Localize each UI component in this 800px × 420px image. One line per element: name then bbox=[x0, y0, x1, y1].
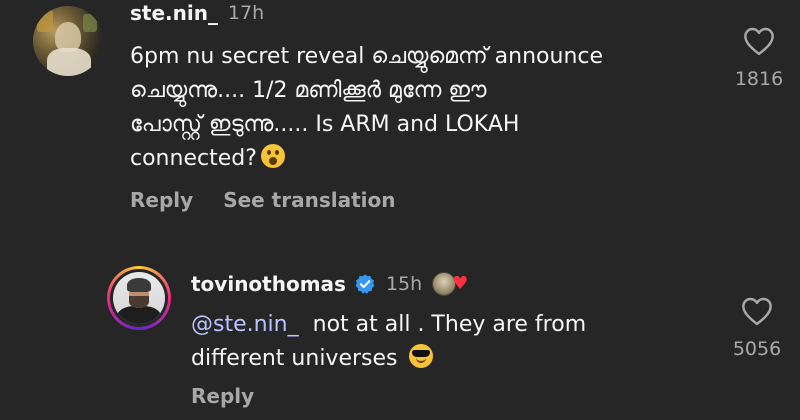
astonished-emoji-icon bbox=[260, 144, 285, 168]
see-translation-button[interactable]: See translation bbox=[223, 188, 395, 212]
reply-button[interactable]: Reply bbox=[191, 384, 254, 408]
comment-actions: Reply See translation bbox=[130, 188, 396, 212]
avatar[interactable] bbox=[107, 266, 171, 330]
reply-button[interactable]: Reply bbox=[130, 188, 193, 212]
creator-liked-badge: ♥ bbox=[432, 272, 468, 296]
verified-badge-icon bbox=[354, 273, 376, 295]
username[interactable]: tovinothomas bbox=[191, 272, 346, 296]
comment-header: tovinothomas 15h ♥ bbox=[191, 270, 468, 298]
comment-actions: Reply bbox=[191, 384, 254, 408]
comment-line-text: not at all . They are from bbox=[312, 312, 587, 337]
heart-outline-icon[interactable] bbox=[742, 26, 776, 56]
sunglasses-emoji-icon bbox=[408, 344, 433, 368]
reply-comment-tovinothomas: tovinothomas 15h ♥ @ste.nin_ not at all … bbox=[0, 258, 800, 420]
comment-text: @ste.nin_ not at all . They are from dif… bbox=[191, 308, 691, 376]
heart-filled-icon: ♥ bbox=[452, 273, 469, 294]
comment-line: പോസ്റ്റ് ഇടുന്നു..... Is ARM and LOKAH bbox=[130, 112, 520, 137]
username[interactable]: ste.nin_ bbox=[130, 1, 218, 25]
comment-line: @ste.nin_ not at all . They are from bbox=[191, 308, 691, 342]
comment-header: ste.nin_ 17h bbox=[130, 0, 264, 26]
like-block: 5056 bbox=[724, 296, 790, 360]
comment-line-text: connected? bbox=[130, 146, 257, 171]
comment-line: different universes bbox=[191, 342, 691, 376]
comment-line: ചെയ്യുന്നു.... 1/2 മണിക്കൂർ മുന്നേ ഈ bbox=[130, 78, 487, 103]
comment-ste-nin: ste.nin_ 17h 6pm nu secret reveal ചെയ്യു… bbox=[0, 0, 800, 240]
avatar[interactable] bbox=[33, 6, 103, 76]
timestamp: 17h bbox=[227, 2, 265, 24]
comment-text: 6pm nu secret reveal ചെയ്യുമെന്ന് announ… bbox=[130, 40, 710, 176]
comment-line: 6pm nu secret reveal ചെയ്യുമെന്ന് announ… bbox=[130, 44, 604, 69]
timestamp: 15h bbox=[385, 273, 423, 295]
like-count: 1816 bbox=[734, 68, 784, 90]
like-count: 5056 bbox=[732, 338, 782, 360]
comment-line: connected? bbox=[130, 142, 710, 176]
heart-outline-icon[interactable] bbox=[740, 296, 774, 326]
comment-line-text: different universes bbox=[191, 346, 398, 371]
mention-link[interactable]: @ste.nin_ bbox=[191, 312, 299, 337]
like-block: 1816 bbox=[726, 26, 792, 90]
